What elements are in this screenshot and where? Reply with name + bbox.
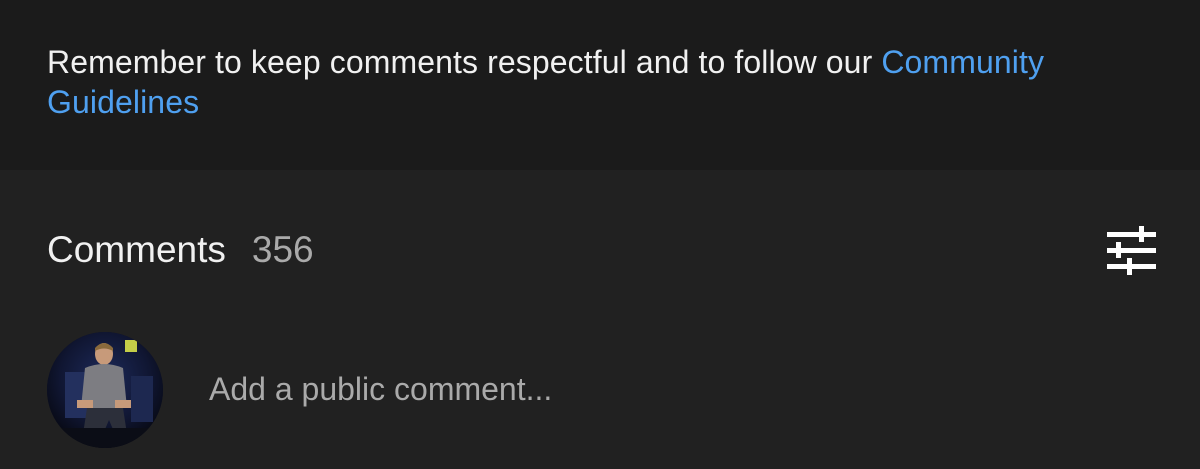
comments-section: Comments 356 Add a public comment... bbox=[0, 170, 1200, 469]
community-notice: Remember to keep comments respectful and… bbox=[0, 0, 1200, 170]
user-avatar[interactable] bbox=[47, 332, 163, 448]
comments-count: 356 bbox=[251, 229, 314, 270]
notice-text: Remember to keep comments respectful and… bbox=[47, 42, 1153, 122]
comments-title: Comments bbox=[47, 229, 226, 270]
sort-sliders-icon bbox=[1107, 226, 1156, 275]
notice-message: Remember to keep comments respectful and… bbox=[47, 44, 882, 80]
comments-header: Comments 356 bbox=[47, 228, 314, 272]
add-comment-input[interactable]: Add a public comment... bbox=[209, 366, 1109, 412]
avatar-photo bbox=[47, 332, 163, 448]
sort-comments-button[interactable] bbox=[1104, 225, 1160, 277]
